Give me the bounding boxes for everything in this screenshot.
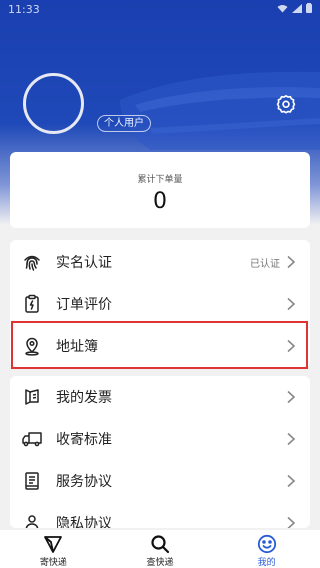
chevron-right-icon bbox=[287, 297, 296, 311]
verification-status: 已认证 bbox=[250, 258, 280, 270]
document-icon bbox=[21, 470, 43, 492]
avatar[interactable] bbox=[23, 73, 84, 134]
order-count-label: 累计下单量 bbox=[137, 175, 183, 185]
tab-label: 我的 bbox=[257, 558, 276, 568]
menu-item-shipping-standards[interactable]: 收寄标准 bbox=[10, 418, 310, 460]
tab-label: 寄快递 bbox=[39, 558, 67, 568]
chevron-right-icon bbox=[287, 516, 296, 528]
chevron-right-icon bbox=[287, 255, 296, 269]
menu-item-my-invoices[interactable]: 我的发票 bbox=[10, 376, 310, 418]
fingerprint-icon bbox=[21, 251, 43, 273]
menu-item-label: 实名认证 bbox=[56, 255, 112, 271]
truck-icon bbox=[21, 428, 43, 450]
menu-item-label: 收寄标准 bbox=[56, 432, 112, 448]
menu-item-label: 我的发票 bbox=[56, 390, 112, 406]
status-time: 11:33 bbox=[8, 2, 40, 16]
tab-track-express[interactable]: 查快递 bbox=[107, 530, 214, 568]
order-stats-card: 累计下单量 0 bbox=[10, 152, 310, 228]
menu-item-label: 订单评价 bbox=[56, 297, 112, 313]
chevron-right-icon bbox=[287, 474, 296, 488]
menu-item-order-review[interactable]: 订单评价 bbox=[10, 283, 310, 325]
chevron-right-icon bbox=[287, 432, 296, 446]
tab-mine[interactable]: 我的 bbox=[213, 530, 320, 568]
chevron-right-icon bbox=[287, 390, 296, 404]
order-count-value: 0 bbox=[153, 189, 167, 214]
tab-send-express[interactable]: 寄快递 bbox=[0, 530, 107, 568]
menu-item-address-book[interactable]: 地址簿 bbox=[10, 325, 310, 367]
service-menu-card: 我的发票 收寄标准 服务协议 隐私协议 bbox=[10, 376, 310, 528]
chevron-right-icon bbox=[287, 339, 296, 353]
battery-icon bbox=[306, 2, 312, 16]
tab-label: 查快递 bbox=[146, 558, 174, 568]
send-icon bbox=[43, 534, 63, 554]
menu-item-label: 服务协议 bbox=[56, 474, 112, 490]
menu-item-privacy-agreement[interactable]: 隐私协议 bbox=[10, 502, 310, 528]
status-bar: 11:33 bbox=[0, 0, 320, 18]
menu-item-real-name-verification[interactable]: 实名认证 已认证 bbox=[10, 241, 310, 283]
menu-item-service-agreement[interactable]: 服务协议 bbox=[10, 460, 310, 502]
clipboard-icon bbox=[21, 293, 43, 315]
bottom-tab-bar: 寄快递 查快递 我的 bbox=[0, 530, 320, 568]
menu-item-label: 隐私协议 bbox=[56, 516, 112, 528]
user-type-badge: 个人用户 bbox=[97, 115, 151, 132]
smiley-icon bbox=[257, 534, 277, 554]
menu-item-label: 地址簿 bbox=[56, 339, 98, 355]
person-icon bbox=[21, 512, 43, 528]
signal-icon bbox=[292, 3, 302, 16]
account-menu-card: 实名认证 已认证 订单评价 地址簿 bbox=[10, 240, 310, 368]
search-icon bbox=[150, 534, 170, 554]
invoice-icon bbox=[21, 386, 43, 408]
settings-gear-icon[interactable] bbox=[275, 94, 297, 116]
location-pin-icon bbox=[21, 335, 43, 357]
wifi-icon bbox=[277, 3, 288, 16]
